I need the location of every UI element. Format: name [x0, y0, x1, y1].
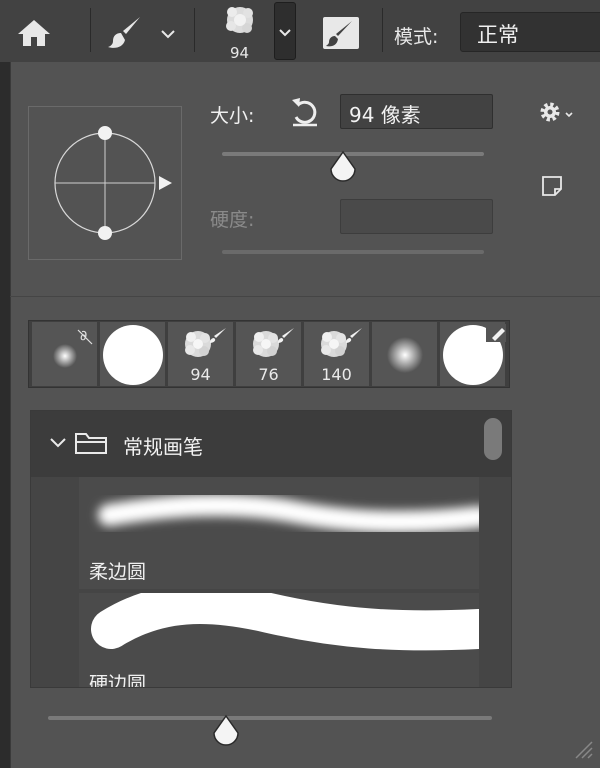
- brush-name: 柔边圆: [89, 561, 147, 583]
- brush-preset-tile[interactable]: [100, 322, 166, 386]
- roundness-handle-top[interactable]: [98, 126, 112, 140]
- brush-preset-size: 94: [190, 365, 211, 384]
- toolbar-divider: [90, 8, 91, 52]
- soft-brush-tip-icon: ∂: [53, 328, 93, 368]
- brush-size-readout: 94: [230, 44, 250, 62]
- brush-preset-tile[interactable]: 76: [236, 322, 302, 386]
- size-value: 94 像素: [349, 103, 421, 127]
- brush-preset-tile[interactable]: [372, 322, 438, 386]
- hardness-slider-track: [222, 250, 484, 254]
- brush-preset-tile[interactable]: [440, 322, 506, 386]
- hardness-label: 硬度:: [210, 209, 255, 231]
- brush-preset-tile[interactable]: 94: [168, 322, 234, 386]
- brush-tip-icon[interactable]: [222, 2, 258, 38]
- preview-size-slider-thumb[interactable]: [211, 714, 241, 748]
- resize-grip-icon[interactable]: [572, 738, 594, 760]
- eraser-brush-tip-icon: [443, 324, 506, 385]
- folder-icon: [75, 433, 107, 454]
- blend-mode-select[interactable]: 正常: [460, 12, 600, 52]
- gear-icon[interactable]: [538, 100, 576, 124]
- hardness-input: [340, 199, 493, 234]
- brush-angle-roundness-widget[interactable]: [29, 107, 181, 259]
- brush-list-item[interactable]: 柔边圆: [79, 477, 479, 589]
- chevron-down-icon: [279, 29, 291, 37]
- size-slider-thumb[interactable]: [328, 150, 358, 184]
- size-label: 大小:: [210, 105, 255, 127]
- preview-size-slider-track[interactable]: [48, 716, 492, 720]
- brush-group-title: 常规画笔: [123, 435, 203, 459]
- brush-preset-size: 140: [321, 365, 352, 384]
- brush-list-scrollbar[interactable]: [484, 418, 502, 460]
- brush-preset-size: 76: [258, 365, 279, 384]
- blend-mode-value: 正常: [477, 23, 519, 47]
- roundness-handle-bottom[interactable]: [98, 226, 112, 240]
- mode-label: 模式:: [394, 26, 439, 48]
- angle-arrow-handle[interactable]: [159, 176, 172, 190]
- brush-list-item[interactable]: 硬边圆: [79, 593, 479, 688]
- brush-picker-dropdown[interactable]: [274, 2, 296, 60]
- soft-round-stroke-preview: [98, 494, 479, 533]
- new-preset-icon[interactable]: [540, 174, 564, 198]
- brush-tip-shape-preview[interactable]: [28, 106, 182, 260]
- tool-preset-chevron-down-icon[interactable]: [160, 28, 176, 40]
- brush-list: 常规画笔 柔边圆 硬边圆: [30, 410, 512, 688]
- brush-group-row[interactable]: 常规画笔: [31, 411, 511, 477]
- left-tools-strip: [0, 62, 10, 768]
- brush-preset-tile[interactable]: 140: [304, 322, 370, 386]
- home-icon[interactable]: [16, 18, 52, 48]
- toolbar-divider: [382, 8, 383, 52]
- toolbar-divider: [194, 8, 195, 52]
- hard-brush-tip-icon: [103, 325, 163, 385]
- hard-round-stroke-preview: [91, 593, 479, 651]
- chevron-down-icon[interactable]: [49, 437, 67, 449]
- size-input[interactable]: 94 像素: [340, 94, 493, 129]
- brush-tool-icon[interactable]: [106, 14, 144, 52]
- brush-preset-tile[interactable]: ∂: [32, 322, 98, 386]
- options-toolbar: 94 模式: 正常: [0, 0, 600, 62]
- panel-divider: [10, 296, 600, 297]
- soft-brush-tip-icon: [387, 337, 423, 373]
- brush-settings-panel-icon[interactable]: [322, 16, 360, 50]
- brush-name: 硬边圆: [89, 673, 147, 688]
- reset-size-icon[interactable]: [290, 96, 320, 128]
